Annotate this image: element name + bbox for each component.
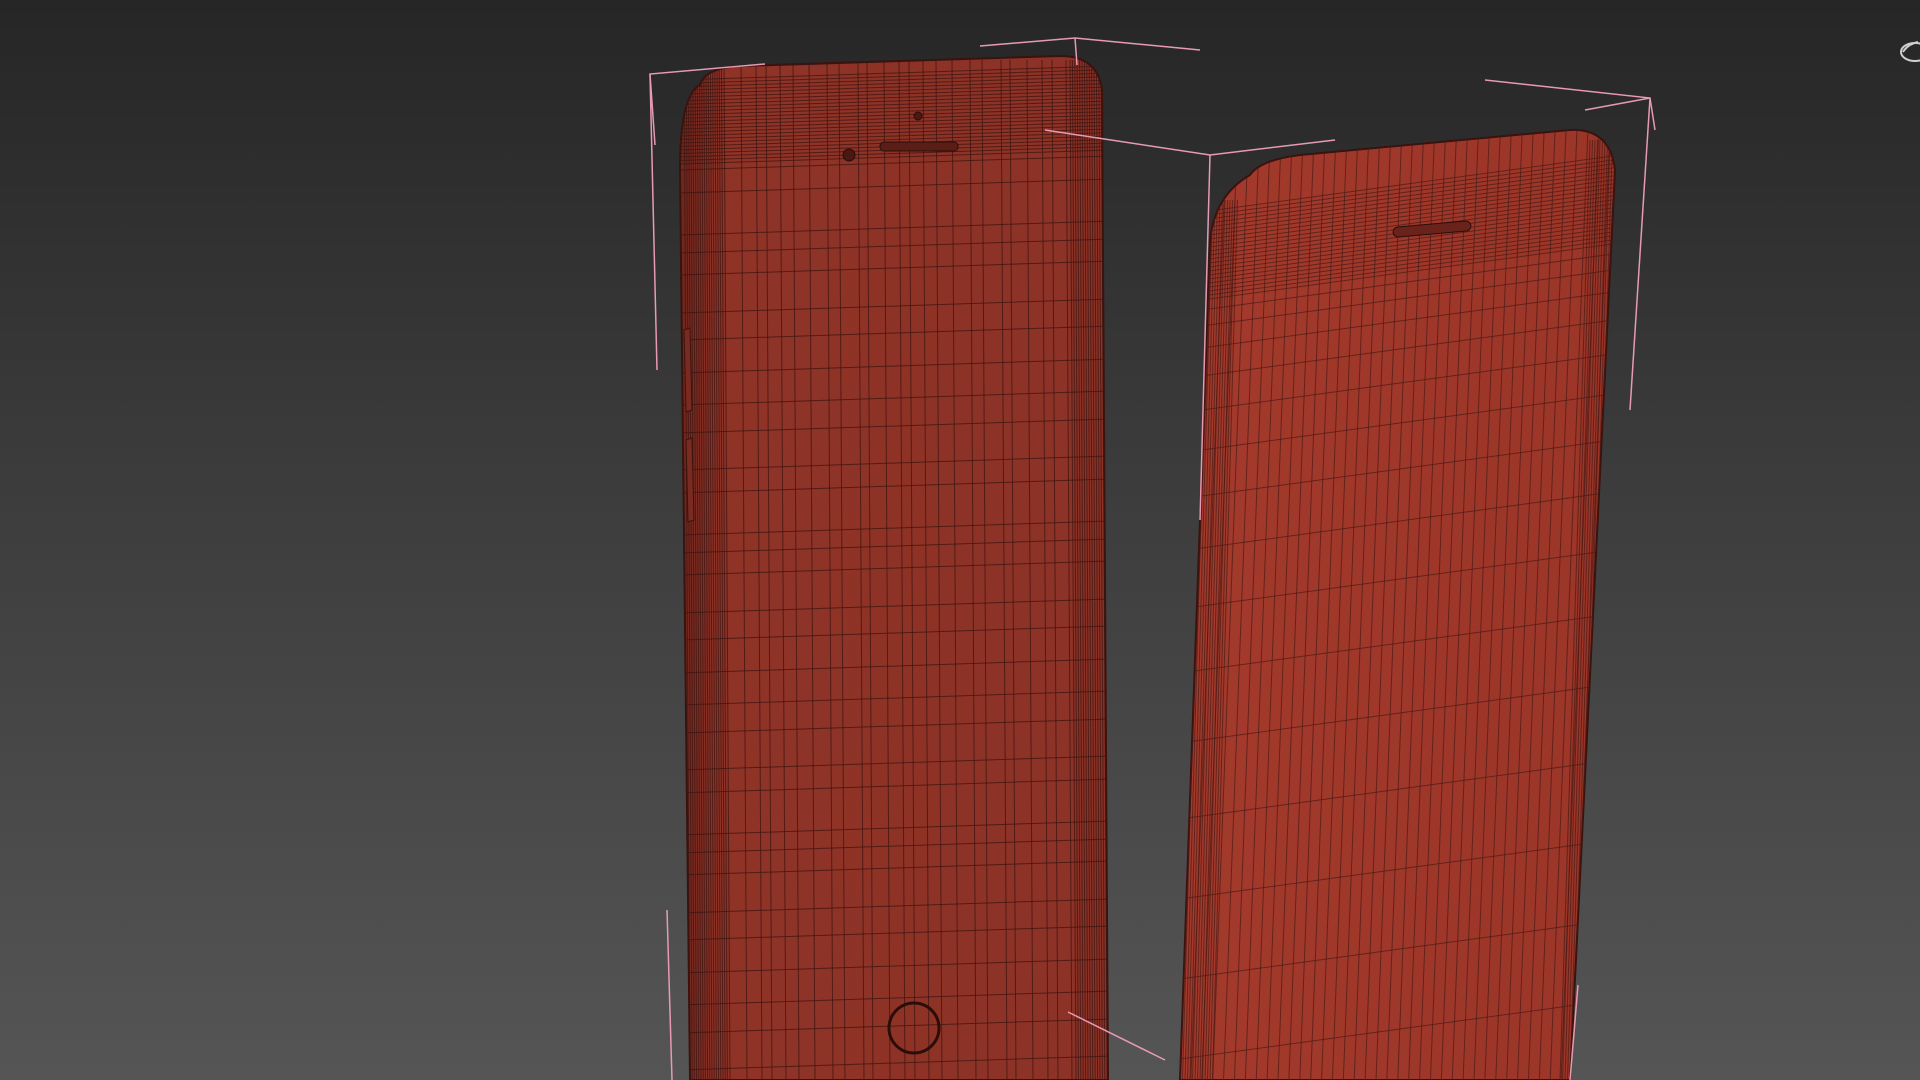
volume-button-icon <box>685 437 695 523</box>
phone-screen-panel[interactable] <box>1178 125 1620 1080</box>
phone-front[interactable] <box>678 54 1110 1080</box>
orbit-gizmo-icon[interactable] <box>1900 41 1920 62</box>
earpiece-icon <box>879 141 959 152</box>
volume-button-icon <box>683 327 693 413</box>
front-camera-icon <box>842 148 856 162</box>
viewport[interactable] <box>0 0 1920 1080</box>
sensor-icon <box>913 111 923 121</box>
scene-canvas[interactable] <box>0 0 1920 1080</box>
